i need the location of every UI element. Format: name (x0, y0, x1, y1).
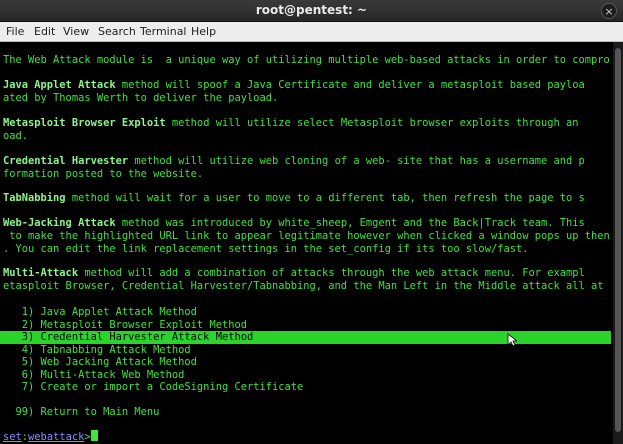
method-line-cont: . You can edit the link replacement sett… (3, 243, 529, 255)
terminal-output[interactable]: The Web Attack module is a unique way of… (0, 42, 623, 444)
menu-option[interactable]: 5) Web Jacking Attack Method (3, 356, 197, 369)
menu-option[interactable]: 1) Java Applet Attack Method (3, 306, 197, 319)
method-desc: method will add a combination of attacks… (78, 267, 585, 279)
method-desc: method will utilize web cloning of a web… (128, 155, 585, 167)
menu-bar: File Edit View Search Terminal Help (0, 22, 623, 42)
method-line-cont: etasploit Browser, Credential Harvester/… (3, 280, 604, 292)
close-icon: × (604, 4, 614, 18)
method-line: Credential Harvester method will utilize… (3, 155, 585, 168)
menu-help[interactable]: Help (191, 25, 216, 38)
prompt-set: set (3, 431, 22, 443)
menu-option-selected[interactable]: 3) Credential Harvester Attack Method (3, 331, 253, 344)
window-title: root@pentest: ~ (255, 3, 368, 17)
method-name: Java Applet Attack (3, 79, 116, 91)
method-desc: method will spoof a Java Certificate and… (115, 79, 585, 91)
method-name: Web-Jacking Attack (3, 217, 116, 229)
method-name: TabNabbing (3, 192, 66, 204)
method-line: Java Applet Attack method will spoof a J… (3, 79, 585, 92)
method-line-cont: oad. (3, 130, 29, 142)
method-desc: method was introduced by white_sheep, Em… (115, 217, 585, 229)
method-line: Metasploit Browser Exploit method will u… (3, 117, 579, 130)
method-name: Credential Harvester (3, 155, 129, 167)
menu-option-return[interactable]: 99) Return to Main Menu (3, 406, 160, 419)
method-desc: method will utilize select Metasploit br… (165, 117, 579, 129)
method-name: Multi-Attack (3, 267, 79, 279)
method-line: Web-Jacking Attack method was introduced… (3, 217, 585, 230)
scrollbar[interactable] (613, 42, 623, 444)
menu-terminal[interactable]: Terminal (140, 25, 187, 38)
title-bar[interactable]: root@pentest: ~ × (0, 0, 623, 22)
scrollbar-thumb[interactable] (615, 48, 621, 432)
mouse-pointer-icon (507, 333, 517, 347)
menu-file[interactable]: File (6, 25, 24, 38)
method-line: Multi-Attack method will add a combinati… (3, 267, 585, 280)
menu-edit[interactable]: Edit (34, 25, 55, 38)
menu-view[interactable]: View (63, 25, 89, 38)
menu-search[interactable]: Search (98, 25, 136, 38)
close-button[interactable]: × (601, 3, 617, 19)
text-cursor (90, 430, 98, 441)
intro-line: The Web Attack module is a unique way of… (3, 54, 610, 66)
method-desc: method will wait for a user to move to a… (65, 192, 585, 204)
method-line-cont: ated by Thomas Werth to deliver the payl… (3, 92, 279, 104)
method-line-cont: formation posted to the website. (3, 168, 204, 180)
method-name: Metasploit Browser Exploit (3, 117, 166, 129)
method-line-cont: to make the highlighted URL link to appe… (3, 230, 610, 242)
menu-option[interactable]: 7) Create or import a CodeSigning Certif… (3, 381, 304, 394)
terminal-window: root@pentest: ~ × File Edit View Search … (0, 0, 623, 444)
command-prompt[interactable]: set:webattack> (3, 430, 98, 443)
prompt-module: webattack (28, 431, 85, 443)
method-line: TabNabbing method will wait for a user t… (3, 192, 585, 205)
